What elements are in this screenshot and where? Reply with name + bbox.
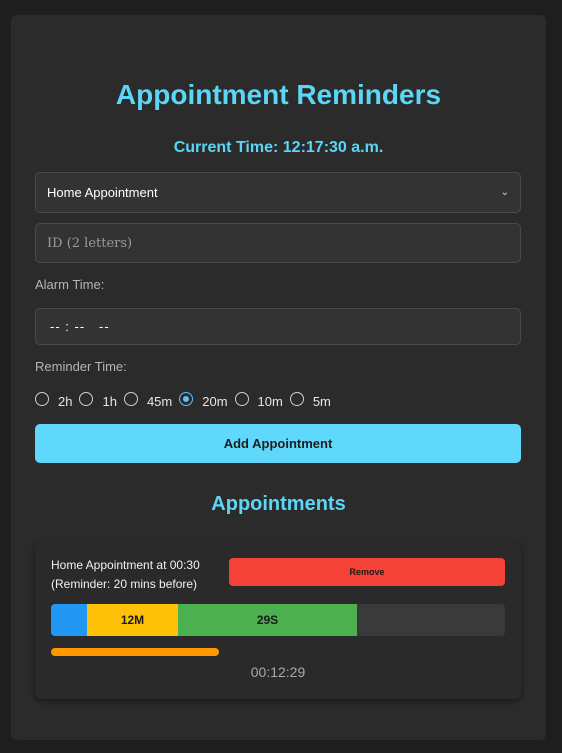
minutes-segment: 12M — [87, 604, 178, 636]
radio-label: 10m — [257, 394, 283, 409]
alarm-time-value: -- : -- -- — [50, 319, 110, 334]
radio-button[interactable] — [123, 392, 138, 406]
page-title: Appointment Reminders — [115, 79, 442, 110]
appointments-heading: Appointments — [211, 493, 346, 515]
seconds-segment: 29S — [178, 604, 357, 636]
reminder-option-45m[interactable]: 45m — [123, 389, 173, 409]
reminder-option-5m[interactable]: 5m — [289, 389, 331, 409]
radio-label: 20m — [202, 394, 228, 409]
appointment-reminder-note: (Reminder: 20 mins before) — [51, 577, 198, 591]
reminder-radio-group: 2h 1h 45m 20m 10m 5m — [35, 389, 338, 409]
id-input[interactable]: ID (2 letters) — [35, 223, 521, 263]
reminder-option-20m[interactable]: 20m — [179, 389, 228, 409]
reminder-progress-bar — [51, 648, 219, 656]
reminder-option-2h[interactable]: 2h — [35, 389, 72, 409]
radio-button[interactable] — [35, 392, 49, 406]
remove-button[interactable]: Remove — [229, 558, 505, 586]
radio-label: 1h — [102, 394, 117, 409]
radio-label: 2h — [58, 394, 73, 409]
appointment-details: Home Appointment at 00:30 (Reminder: 20 … — [51, 556, 200, 594]
add-appointment-button[interactable]: Add Appointment — [35, 424, 521, 463]
appointment-card: Home Appointment at 00:30 (Reminder: 20 … — [35, 542, 521, 699]
app-card: Appointment Reminders Current Time: 12:1… — [11, 15, 546, 740]
reminder-option-10m[interactable]: 10m — [234, 389, 283, 409]
radio-button[interactable] — [289, 392, 304, 406]
chevron-down-icon: ⌄ — [500, 187, 509, 198]
current-time: Current Time: 12:17:30 a.m. — [173, 139, 384, 156]
appointment-type-select[interactable]: Home Appointment ⌄ — [35, 172, 521, 213]
hours-segment — [51, 604, 87, 636]
radio-button-checked[interactable] — [179, 392, 194, 406]
radio-label: 5m — [312, 394, 331, 409]
radio-button[interactable] — [234, 392, 249, 406]
countdown-timer: 00:12:29 — [250, 664, 306, 680]
appointment-type-value: Home Appointment — [47, 185, 158, 200]
alarm-time-input[interactable]: -- : -- -- — [35, 308, 521, 345]
id-placeholder: ID (2 letters) — [47, 235, 133, 251]
radio-label: 45m — [146, 394, 173, 409]
countdown-timeline: 12M 29S — [51, 604, 505, 636]
appointment-title: Home Appointment at 00:30 — [51, 558, 200, 572]
radio-button[interactable] — [79, 392, 94, 406]
reminder-option-1h[interactable]: 1h — [79, 389, 117, 409]
reminder-time-label: Reminder Time: — [35, 359, 127, 374]
alarm-time-label: Alarm Time: — [35, 277, 105, 292]
